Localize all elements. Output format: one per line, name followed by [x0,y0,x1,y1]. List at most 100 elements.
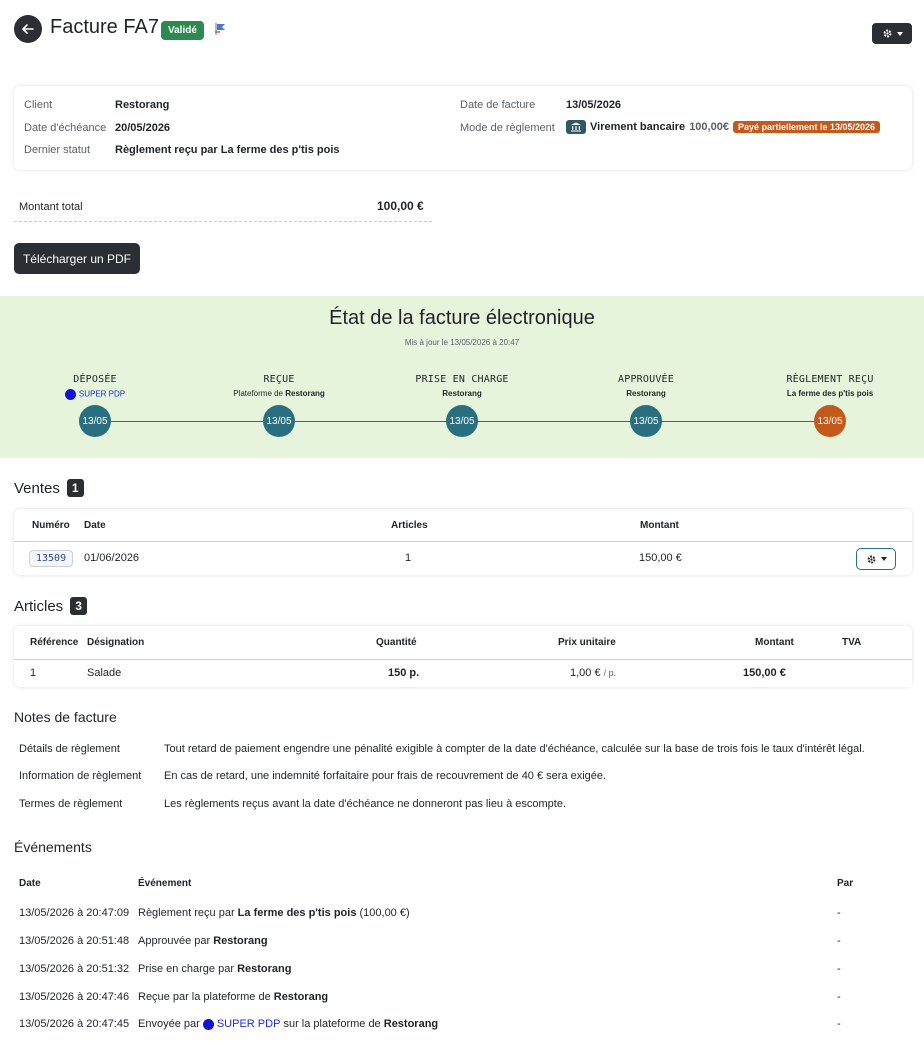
note-label: Information de règlement [19,770,142,782]
timeline-step-payment-received: RÈGLEMENT REÇU La ferme des p'tis pois [740,374,920,398]
payment-amount: 100,00€ [689,121,729,133]
client-value: Restorang [115,99,170,111]
sale-number-link[interactable]: 13509 [29,550,74,567]
articles-count-badge: 3 [70,597,87,615]
gear-icon [883,29,891,38]
article-amount: 150,00 € [743,667,786,679]
step-subtitle: Restorang [626,389,666,398]
platform-link[interactable]: SUPER PDP [79,390,125,399]
step-date-circle: 13/05 [630,405,662,437]
step-subtitle: Plateforme de Restorang [233,389,325,398]
article-quantity: 150 p. [388,667,420,679]
vat-cell [802,660,912,687]
step-date-circle: 13/05 [446,405,478,437]
notes-heading: Notes de facture [14,709,117,725]
sales-count-badge: 1 [66,479,84,497]
sales-table: Numéro Date Articles Montant 13509 01/06… [14,509,912,575]
col-header-designation: Désignation [87,637,145,648]
timeline-step-taken-in-charge: PRISE EN CHARGE Restorang [372,374,552,398]
step-date-circle: 13/05 [263,405,295,437]
article-reference: 1 [30,667,37,679]
event-date: 13/05/2026 à 20:51:48 [19,935,130,947]
step-subtitle: La ferme des p'tis pois [786,389,874,398]
articles-table: Référence Désignation Quantité Prix unit… [14,626,912,687]
col-header-unit-price: Prix unitaire [558,637,616,648]
col-header-date: Date [84,520,106,531]
step-date-circle: 13/05 [79,405,111,437]
event-by: - [837,991,841,1003]
note-label: Détails de règlement [19,743,120,755]
page-title: Facture FA7 [50,16,159,38]
chevron-down-icon [880,557,887,561]
timeline-step-received: REÇUE Plateforme de Restorang [189,374,369,398]
bank-icon [566,120,586,134]
event-date: 13/05/2026 à 20:47:09 [19,907,130,919]
einvoice-title: État de la facture électronique [329,307,595,329]
total-value: 100,00 € [377,199,424,213]
event-date: 13/05/2026 à 20:47:46 [19,991,130,1003]
article-designation: Salade [87,667,122,679]
event-date: 13/05/2026 à 20:51:32 [19,963,130,975]
articles-heading: Articles 3 [14,597,87,615]
payment-status-badge: Payé partiellement le 13/05/2026 [732,121,881,133]
flag-icon [212,20,230,38]
sales-heading-text: Ventes [14,479,60,497]
event-description: Prise en charge par Restorang [138,963,292,975]
note-text: Les règlements reçus avant la date d'éch… [164,798,567,810]
event-by: - [837,907,841,919]
note-label: Termes de règlement [19,798,123,810]
sale-articles: 1 [405,552,412,564]
col-header-by: Par [837,878,854,889]
total-label: Montant total [19,201,83,213]
col-header-number: Numéro [32,520,70,531]
event-by: - [837,963,841,975]
step-subtitle: Restorang [442,389,482,398]
platform-link[interactable]: SUPER PDP [217,1018,281,1030]
events-heading: Événements [14,839,92,855]
step-date-circle: 13/05 [814,405,846,437]
table-divider [14,659,912,660]
sale-date: 01/06/2026 [84,552,140,564]
timeline-step-deposited: DÉPOSÉE SUPER PDP [5,374,185,400]
invoice-date-value: 13/05/2026 [566,99,622,111]
download-pdf-button[interactable]: Télécharger un PDF [14,243,140,274]
sale-row-menu-button[interactable] [856,548,896,570]
table-divider [14,541,912,542]
settings-menu-button[interactable] [872,23,912,44]
col-header-event: Événement [138,878,192,889]
col-header-amount: Montant [640,520,679,531]
col-header-quantity: Quantité [376,637,417,648]
event-date: 13/05/2026 à 20:47:45 [19,1018,130,1030]
client-label: Client [24,99,53,111]
timeline-step-approved: APPROUVÉE Restorang [556,374,736,398]
event-by: - [837,1018,841,1030]
sale-amount: 150,00 € [639,552,682,564]
event-description: Reçue par la plateforme de Restorang [138,991,329,1003]
last-status-value: Règlement reçu par La ferme des p'tis po… [115,144,340,156]
invoice-date-label: Date de facture [460,99,536,111]
table-row: 13509 [29,550,74,567]
step-subtitle: SUPER PDP [5,389,185,400]
article-unit-price: 1,00 € / p. [570,667,617,679]
invoice-info-card: Client Restorang Date d'échéance 20/05/2… [14,86,912,170]
event-description: Règlement reçu par La ferme des p'tis po… [138,907,410,919]
step-title: REÇUE [263,374,295,385]
step-title: APPROUVÉE [618,374,674,385]
col-header-amount: Montant [755,637,794,648]
status-badge: Validé [161,21,204,40]
due-date-label: Date d'échéance [24,122,107,134]
step-title: PRISE EN CHARGE [415,374,509,385]
event-description: Envoyée par SUPER PDP sur la plateforme … [138,1018,439,1030]
total-row: Montant total 100,00 € [14,196,432,222]
last-status-label: Dernier statut [24,144,91,156]
platform-dot-icon [202,1018,214,1030]
col-header-vat: TVA [842,637,862,648]
payment-mode: Virement bancaire 100,00€ Payé partielle… [566,120,881,134]
col-header-articles: Articles [391,520,428,531]
step-title: DÉPOSÉE [73,374,117,385]
sales-heading: Ventes 1 [14,479,84,497]
note-text: Tout retard de paiement engendre une pén… [164,743,865,755]
col-header-date: Date [19,878,41,889]
einvoice-updated: Mis à jour le 13/05/2026 à 20:47 [404,338,520,347]
back-button[interactable] [14,15,42,43]
